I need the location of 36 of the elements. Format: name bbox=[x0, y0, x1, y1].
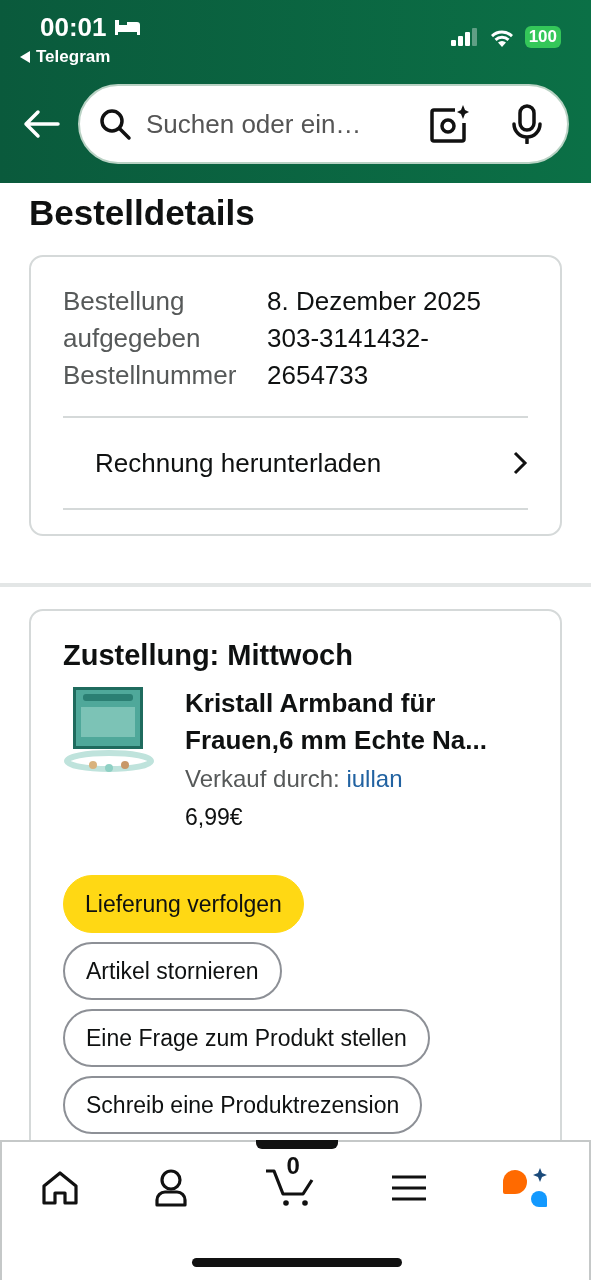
action-button[interactable]: Schreib eine Produktrezension bbox=[63, 1076, 423, 1134]
action-button[interactable]: Lieferung verfolgen bbox=[63, 875, 304, 933]
invoice-download-link[interactable]: Rechnung herunterladen bbox=[63, 418, 528, 508]
sheet-handle[interactable] bbox=[256, 1140, 338, 1149]
seller-link[interactable]: iullan bbox=[346, 765, 403, 792]
seller-line: Verkauf durch: iullan bbox=[185, 764, 404, 794]
assistant-bubbles-icon[interactable] bbox=[501, 1168, 549, 1208]
product-title[interactable]: Kristall Armband für Frauen,6 mm Echte Na... bbox=[185, 685, 530, 759]
order-value: 8. Dezember 2025 bbox=[267, 285, 482, 318]
account-icon[interactable] bbox=[153, 1169, 190, 1207]
order-label: Bestellung aufgegeben bbox=[63, 285, 202, 355]
back-triangle-icon[interactable] bbox=[20, 50, 30, 63]
home-icon[interactable] bbox=[42, 1171, 78, 1205]
action-button[interactable]: Eine Frage zum Produkt stellen bbox=[63, 1009, 430, 1067]
order-value: 303-3141432-2654733 bbox=[267, 322, 430, 392]
search-icon bbox=[98, 107, 132, 141]
cart-count: 0 bbox=[286, 1152, 300, 1180]
order-label: Bestellnummer bbox=[63, 359, 238, 392]
microphone-icon[interactable] bbox=[511, 104, 543, 144]
menu-icon[interactable] bbox=[391, 1174, 426, 1202]
page-title: Bestelldetails bbox=[28, 192, 256, 234]
camera-icon[interactable] bbox=[429, 105, 469, 143]
search-input[interactable]: Suchen oder ein… bbox=[146, 104, 407, 144]
delivery-heading: Zustellung: Mittwoch bbox=[63, 638, 354, 673]
back-arrow-icon[interactable] bbox=[22, 109, 60, 139]
battery-indicator: 100 bbox=[524, 26, 561, 48]
status-time: 00:01 bbox=[40, 12, 107, 42]
product-price: 6,99€ bbox=[185, 803, 244, 832]
invoice-download-text[interactable]: Rechnung herunterladen bbox=[95, 443, 382, 483]
back-app-link[interactable]: Telegram bbox=[36, 44, 111, 70]
signal-icon bbox=[450, 28, 479, 46]
bed-icon bbox=[112, 18, 141, 36]
search-field[interactable]: Suchen oder ein… bbox=[78, 84, 569, 164]
chevron-right-icon bbox=[512, 450, 528, 476]
action-button[interactable]: Artikel stornieren bbox=[63, 942, 282, 1000]
cart-button[interactable]: 0 bbox=[264, 1152, 317, 1208]
